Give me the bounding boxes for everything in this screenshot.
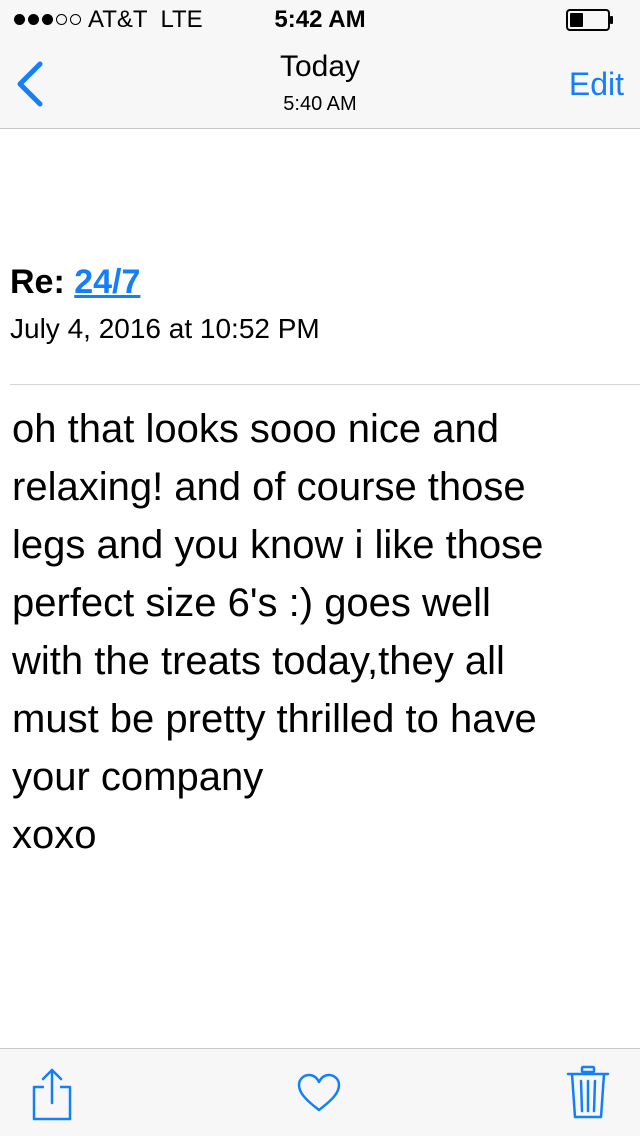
heart-icon[interactable] (296, 1073, 342, 1113)
body-line: with the treats today,they all (12, 639, 505, 683)
subject-prefix: Re: (10, 263, 75, 301)
nav-title: Today (279, 50, 361, 83)
edit-button[interactable]: Edit (569, 66, 624, 102)
nav-subtitle-time: 5:40 AM (283, 93, 357, 115)
body-line: oh that looks sooo nice and (12, 407, 500, 451)
message-subject: Re: 24/7 (10, 262, 140, 302)
body-line: your company (12, 755, 264, 799)
body-line: must be pretty thrilled to have (12, 697, 537, 741)
message-body: oh that looks sooo nice and relaxing! an… (12, 400, 638, 864)
body-line: perfect size 6's :) goes well (12, 581, 491, 625)
subject-link[interactable]: 24/7 (74, 263, 140, 301)
top-bar: AT&T LTE 5:42 AM Today 5:40 AM Edit (0, 0, 640, 129)
message-date: July 4, 2016 at 10:52 PM (10, 313, 320, 344)
body-line: legs and you know i like those (12, 523, 544, 567)
bottom-toolbar (0, 1048, 640, 1136)
body-line: relaxing! and of course those (12, 465, 526, 509)
status-time: 5:42 AM (274, 6, 366, 33)
status-bar: AT&T LTE 5:42 AM (0, 0, 640, 40)
navigation-bar: Today 5:40 AM Edit (0, 40, 640, 128)
body-line: xoxo (12, 813, 97, 857)
mail-message-screen: AT&T LTE 5:42 AM Today 5:40 AM Edit Re: … (0, 0, 640, 1136)
share-icon[interactable] (30, 1067, 74, 1121)
trash-icon[interactable] (566, 1065, 610, 1121)
battery-icon (566, 9, 613, 31)
header-divider (10, 384, 640, 385)
